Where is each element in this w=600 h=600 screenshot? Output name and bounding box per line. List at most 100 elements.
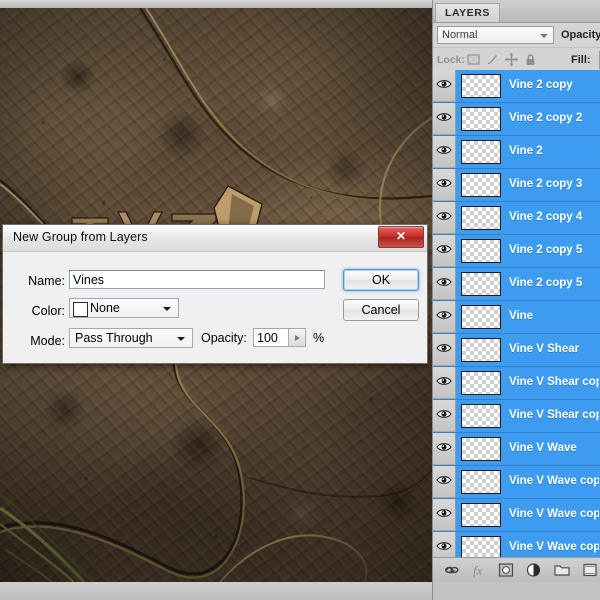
layer-thumbnail[interactable]: [461, 371, 501, 395]
layer-visibility-toggle[interactable]: [433, 301, 456, 333]
group-name-input[interactable]: [69, 270, 325, 289]
chevron-down-icon: [163, 307, 171, 311]
layer-thumbnail[interactable]: [461, 437, 501, 461]
layer-name: Vine V Wave copy: [509, 475, 599, 487]
layer-visibility-toggle[interactable]: [433, 334, 456, 366]
layer-visibility-toggle[interactable]: [433, 466, 456, 498]
layer-visibility-toggle[interactable]: [433, 136, 456, 168]
layer-thumbnail[interactable]: [461, 503, 501, 527]
layer-name: Vine V Shear copy 2: [509, 409, 599, 421]
ok-button[interactable]: OK: [343, 269, 419, 291]
move-lock-icon[interactable]: [504, 52, 519, 67]
layer-row[interactable]: Vine V Wave copy: [433, 466, 600, 499]
mode-label: Mode:: [30, 334, 65, 348]
layer-name: Vine 2 copy 2: [509, 112, 583, 124]
close-icon[interactable]: ✕: [378, 226, 424, 248]
link-layers-icon[interactable]: [443, 562, 461, 578]
eye-icon: [436, 146, 452, 154]
layer-style-fx-icon[interactable]: fx: [471, 562, 489, 578]
layer-name: Vine V Wave copy 3: [509, 541, 599, 553]
layer-thumbnail[interactable]: [461, 74, 501, 98]
layer-row[interactable]: Vine V Shear: [433, 334, 600, 367]
panel-blend-mode-dropdown[interactable]: Normal: [437, 26, 554, 44]
eye-icon: [436, 509, 452, 517]
paintbrush-lock-icon[interactable]: [485, 52, 500, 67]
eye-icon: [436, 113, 452, 121]
panel-opacity-label: Opacity:: [561, 29, 600, 41]
eye-icon: [436, 542, 452, 550]
panel-blend-row: Normal Opacity:: [433, 23, 600, 48]
panel-lock-row: Lock: Fill:: [433, 48, 600, 72]
eye-icon: [436, 410, 452, 418]
add-layer-mask-icon[interactable]: [497, 562, 515, 578]
color-label: Color:: [31, 304, 65, 318]
dialog-title-bar[interactable]: New Group from Layers ✕: [3, 225, 427, 252]
new-group-from-layers-dialog: New Group from Layers ✕ Name: Color: Non…: [2, 224, 428, 364]
layer-thumbnail[interactable]: [461, 107, 501, 131]
layer-thumbnail[interactable]: [461, 305, 501, 329]
layer-row[interactable]: Vine: [433, 301, 600, 334]
layer-visibility-toggle[interactable]: [433, 70, 456, 102]
panel-tab-strip: LAYERS: [433, 0, 600, 23]
color-selected-value: None: [90, 301, 120, 315]
layer-name: Vine 2 copy 3: [509, 178, 583, 190]
layer-row[interactable]: Vine V Wave: [433, 433, 600, 466]
layer-thumbnail[interactable]: [461, 338, 501, 362]
layer-name: Vine V Wave: [509, 442, 577, 454]
eye-icon: [436, 245, 452, 253]
cancel-button[interactable]: Cancel: [343, 299, 419, 321]
layer-visibility-toggle[interactable]: [433, 103, 456, 135]
eye-icon: [436, 212, 452, 220]
eye-icon: [436, 344, 452, 352]
new-layer-icon[interactable]: [581, 562, 599, 578]
layer-thumbnail[interactable]: [461, 404, 501, 428]
layer-row[interactable]: Vine 2 copy 3: [433, 169, 600, 202]
layer-row[interactable]: Vine 2 copy 2: [433, 103, 600, 136]
eye-icon: [436, 443, 452, 451]
opacity-input[interactable]: [253, 328, 289, 347]
layer-name: Vine 2 copy 4: [509, 211, 583, 223]
layer-visibility-toggle[interactable]: [433, 202, 456, 234]
layer-visibility-toggle[interactable]: [433, 499, 456, 531]
layer-visibility-toggle[interactable]: [433, 235, 456, 267]
layer-visibility-toggle[interactable]: [433, 433, 456, 465]
chevron-right-icon: [295, 335, 300, 341]
layer-row[interactable]: Vine 2 copy 5: [433, 268, 600, 301]
layer-row[interactable]: Vine V Wave copy 2: [433, 499, 600, 532]
document-title-bar: [0, 0, 434, 8]
layer-thumbnail[interactable]: [461, 140, 501, 164]
transparency-lock-icon[interactable]: [466, 52, 481, 67]
layer-row[interactable]: Vine 2: [433, 136, 600, 169]
layer-row[interactable]: Vine 2 copy 5: [433, 235, 600, 268]
color-dropdown[interactable]: None: [69, 298, 179, 318]
layer-visibility-toggle[interactable]: [433, 400, 456, 432]
eye-icon: [436, 476, 452, 484]
layer-thumbnail[interactable]: [461, 206, 501, 230]
layer-visibility-toggle[interactable]: [433, 268, 456, 300]
layer-thumbnail[interactable]: [461, 173, 501, 197]
layer-visibility-toggle[interactable]: [433, 367, 456, 399]
layer-name: Vine V Shear copy: [509, 376, 599, 388]
opacity-stepper[interactable]: [289, 328, 306, 347]
new-adjustment-layer-icon[interactable]: [525, 562, 543, 578]
eye-icon: [436, 311, 452, 319]
layer-name: Vine: [509, 310, 534, 322]
layer-name: Vine 2 copy 5: [509, 244, 583, 256]
layer-row[interactable]: Vine 2 copy: [433, 70, 600, 103]
eye-icon: [436, 179, 452, 187]
layer-row[interactable]: Vine 2 copy 4: [433, 202, 600, 235]
layer-thumbnail[interactable]: [461, 470, 501, 494]
new-group-icon[interactable]: [553, 562, 571, 578]
layer-row[interactable]: Vine V Shear copy: [433, 367, 600, 400]
layer-thumbnail[interactable]: [461, 272, 501, 296]
opacity-label: Opacity:: [201, 331, 247, 345]
layer-thumbnail[interactable]: [461, 239, 501, 263]
blend-mode-dropdown[interactable]: Pass Through: [69, 328, 193, 348]
mode-selected-value: Pass Through: [75, 331, 153, 345]
layer-visibility-toggle[interactable]: [433, 169, 456, 201]
layer-list[interactable]: Vine 2 copy Vine 2 copy 2 Vine 2 Vine 2 cop…: [433, 70, 600, 568]
layer-name: Vine V Shear: [509, 343, 580, 355]
layer-row[interactable]: Vine V Shear copy 2: [433, 400, 600, 433]
tab-layers[interactable]: LAYERS: [435, 3, 500, 22]
lock-all-icon[interactable]: [523, 52, 538, 67]
